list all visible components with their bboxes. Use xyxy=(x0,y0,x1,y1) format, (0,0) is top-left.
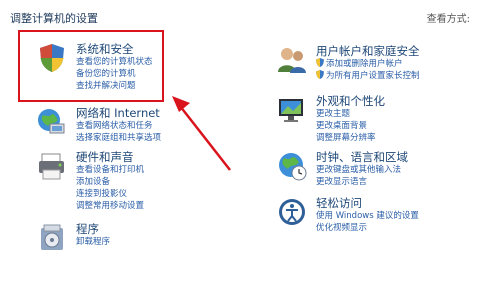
link-windows-recommended-settings[interactable]: 使用 Windows 建议的设置 xyxy=(316,210,419,222)
link-optimize-video[interactable]: 优化视频显示 xyxy=(316,222,419,234)
display-icon[interactable] xyxy=(276,94,308,126)
uac-shield-icon xyxy=(316,58,324,67)
category-title[interactable]: 网络和 Internet xyxy=(76,106,161,120)
users-icon[interactable] xyxy=(276,44,308,76)
category-title[interactable]: 硬件和声音 xyxy=(76,150,144,164)
link-change-input-method[interactable]: 更改键盘或其他输入法 xyxy=(316,164,408,176)
link-add-device[interactable]: 添加设备 xyxy=(76,176,144,188)
link-view-network-status[interactable]: 查看网络状态和任务 xyxy=(76,120,161,132)
uac-shield-icon xyxy=(316,70,324,79)
category-title[interactable]: 轻松访问 xyxy=(316,196,419,210)
link-add-remove-accounts[interactable]: 添加或删除用户帐户 xyxy=(316,58,420,70)
network-icon[interactable] xyxy=(36,106,68,138)
page-title: 调整计算机的设置 xyxy=(10,12,98,25)
link-connect-projector[interactable]: 连接到投影仪 xyxy=(76,188,144,200)
link-mobility-settings[interactable]: 调整常用移动设置 xyxy=(76,200,144,212)
category-title[interactable]: 外观和个性化 xyxy=(316,94,385,108)
category-title[interactable]: 程序 xyxy=(76,222,110,236)
link-parental-controls[interactable]: 为所有用户设置家长控制 xyxy=(316,70,420,82)
link-devices-printers[interactable]: 查看设备和打印机 xyxy=(76,164,144,176)
printer-icon[interactable] xyxy=(36,150,68,182)
category-title[interactable]: 时钟、语言和区域 xyxy=(316,150,408,164)
link-change-display-language[interactable]: 更改显示语言 xyxy=(316,176,408,188)
category-title[interactable]: 用户帐户和家庭安全 xyxy=(316,44,420,58)
ease-of-access-icon[interactable] xyxy=(276,196,308,228)
link-uninstall-program[interactable]: 卸载程序 xyxy=(76,236,110,248)
link-homegroup-sharing[interactable]: 选择家庭组和共享选项 xyxy=(76,132,161,144)
link-label: 添加或删除用户帐户 xyxy=(326,59,403,69)
link-label: 为所有用户设置家长控制 xyxy=(326,71,420,81)
link-screen-resolution[interactable]: 调整屏幕分辨率 xyxy=(316,132,385,144)
link-desktop-background[interactable]: 更改桌面背景 xyxy=(316,120,385,132)
view-by-label: 查看方式: xyxy=(426,14,470,25)
globe-icon[interactable] xyxy=(276,150,308,182)
link-change-theme[interactable]: 更改主题 xyxy=(316,108,385,120)
programs-icon[interactable] xyxy=(36,222,68,254)
highlight-box xyxy=(18,30,164,102)
view-by[interactable]: 查看方式: xyxy=(427,10,470,25)
